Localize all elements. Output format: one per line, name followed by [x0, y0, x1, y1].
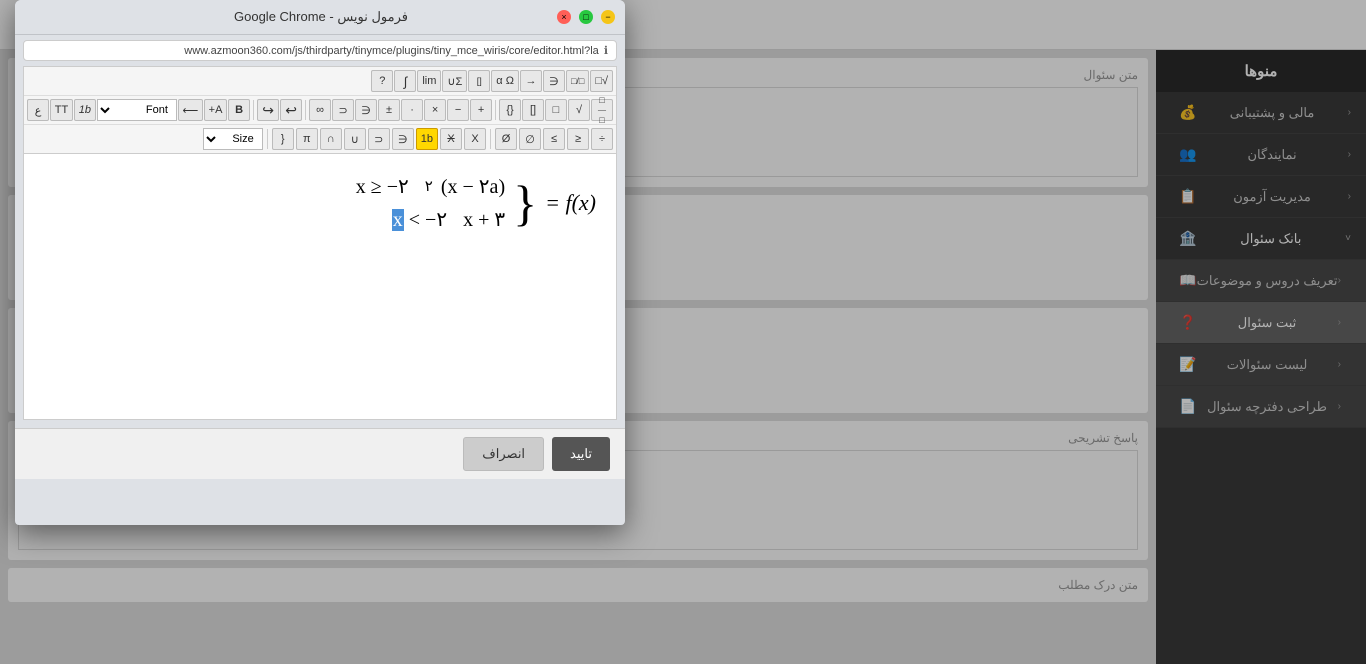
- undo-btn[interactable]: ↩: [280, 99, 302, 121]
- url-text: www.azmoon360.com/js/thirdparty/tinymce/…: [184, 45, 599, 57]
- divider4: [490, 129, 491, 149]
- toolbar-row3: ÷ ≤ ≥ ∅ Ø X X 1b ∈ ⊂ ∪ ∩ π {: [24, 124, 616, 153]
- bold-btn[interactable]: B: [228, 99, 250, 121]
- edit-open-brace: {: [513, 181, 537, 226]
- edit-case-row2: x + ۳ x < −۲: [348, 207, 505, 232]
- brace-btn[interactable]: {: [272, 128, 294, 150]
- confirm-button[interactable]: تایید: [552, 437, 610, 471]
- bracket-btn[interactable]: []: [522, 99, 544, 121]
- redo-btn[interactable]: ↪: [257, 99, 279, 121]
- active-btn[interactable]: 1b: [416, 128, 438, 150]
- emptyset-btn[interactable]: Ø: [495, 128, 517, 150]
- cbracket-btn[interactable]: {}: [499, 99, 521, 121]
- close-button[interactable]: ×: [557, 10, 571, 24]
- pi-btn[interactable]: π: [296, 128, 318, 150]
- help-btn[interactable]: ?: [371, 70, 393, 92]
- intersect-btn[interactable]: ∩: [320, 128, 342, 150]
- sq-btn[interactable]: □: [545, 99, 567, 121]
- size-dropdown[interactable]: Size: [203, 128, 263, 150]
- alpha-btn[interactable]: α Ω: [491, 70, 519, 92]
- frac-btn[interactable]: □/□: [566, 70, 589, 92]
- chrome-dialog: − □ × فرمول نویس - Google Chrome ℹ www.a…: [15, 0, 625, 525]
- dialog-title: فرمول نویس - Google Chrome: [85, 9, 557, 25]
- divider5: [267, 129, 268, 149]
- rtl-btn[interactable]: ⟵: [178, 99, 203, 121]
- divider2: [305, 100, 306, 120]
- info-icon: ℹ: [604, 44, 608, 57]
- abs-btn[interactable]: ∈: [543, 70, 565, 92]
- lim-btn[interactable]: lim: [417, 70, 441, 92]
- elem2-btn[interactable]: ∈: [392, 128, 414, 150]
- bigger-btn[interactable]: A+: [204, 99, 227, 121]
- ne-btn[interactable]: ∅: [519, 128, 541, 150]
- chrome-titlebar: − □ × فرمول نویس - Google Chrome: [15, 0, 625, 35]
- cursor: x: [392, 209, 404, 231]
- cancel-button[interactable]: انصراف: [463, 437, 544, 471]
- chrome-window-buttons: − □ ×: [557, 10, 615, 24]
- italic-btn[interactable]: 1b: [74, 99, 96, 121]
- subset2-btn[interactable]: ⊂: [368, 128, 390, 150]
- integral-btn[interactable]: ∫: [394, 70, 416, 92]
- infty-btn[interactable]: ∞: [309, 99, 331, 121]
- toolbar-row1: √□ □/□ ∈ → α Ω [] Σ∪ lim ∫ ?: [24, 67, 616, 95]
- fx-label: f(x) =: [545, 190, 596, 216]
- minimize-button[interactable]: −: [601, 10, 615, 24]
- x-btn[interactable]: X: [464, 128, 486, 150]
- main-page: ✓ آزمون ۳۶۰ ≡ منوها ‹ مالی و پشتیبانی 💰 …: [0, 0, 1366, 664]
- math-edit-area[interactable]: f(x) = { (x − ۲a) ۲ x ≥ −۲ x + ۳ x < −۲: [24, 154, 616, 419]
- edit-formula-display: f(x) = { (x − ۲a) ۲ x ≥ −۲ x + ۳ x < −۲: [348, 174, 596, 232]
- frac2-btn[interactable]: □—□: [591, 99, 613, 121]
- edit-cases: (x − ۲a) ۲ x ≥ −۲ x + ۳ x < −۲: [348, 174, 505, 232]
- times-btn[interactable]: ×: [424, 99, 446, 121]
- maximize-button[interactable]: □: [579, 10, 593, 24]
- plus-btn[interactable]: +: [470, 99, 492, 121]
- toolbar-row2: □—□ √ □ [] {} + − × · ± ∈ ⊂ ∞ ↩: [24, 95, 616, 124]
- subset-btn[interactable]: ⊂: [332, 99, 354, 121]
- divider1: [495, 100, 496, 120]
- tt-btn[interactable]: TT: [50, 99, 73, 121]
- math-editor: √□ □/□ ∈ → α Ω [] Σ∪ lim ∫ ? □—□ √ □ []: [23, 66, 617, 420]
- edit-case-row1: (x − ۲a) ۲ x ≥ −۲: [348, 174, 505, 199]
- divider3: [253, 100, 254, 120]
- url-bar[interactable]: ℹ www.azmoon360.com/js/thirdparty/tinymc…: [23, 40, 617, 61]
- matrix-btn[interactable]: []: [468, 70, 490, 92]
- div-btn[interactable]: ÷: [591, 128, 613, 150]
- pm-btn[interactable]: ±: [378, 99, 400, 121]
- cdot-btn[interactable]: ·: [401, 99, 423, 121]
- strikeout-btn[interactable]: X: [440, 128, 462, 150]
- dialog-footer: تایید انصراف: [15, 428, 625, 479]
- sqrt-btn[interactable]: √□: [590, 70, 613, 92]
- minus-btn[interactable]: −: [447, 99, 469, 121]
- math-toolbar: √□ □/□ ∈ → α Ω [] Σ∪ lim ∫ ? □—□ √ □ []: [24, 67, 616, 154]
- arabic-btn[interactable]: ع: [27, 99, 49, 121]
- font-dropdown[interactable]: Font: [97, 99, 177, 121]
- sqrt2-btn[interactable]: √: [568, 99, 590, 121]
- le-btn[interactable]: ≤: [567, 128, 589, 150]
- arrow-btn[interactable]: →: [520, 70, 542, 92]
- ge-btn[interactable]: ≥: [543, 128, 565, 150]
- union-btn[interactable]: ∪: [344, 128, 366, 150]
- sum-btn[interactable]: Σ∪: [442, 70, 467, 92]
- elem-btn[interactable]: ∈: [355, 99, 377, 121]
